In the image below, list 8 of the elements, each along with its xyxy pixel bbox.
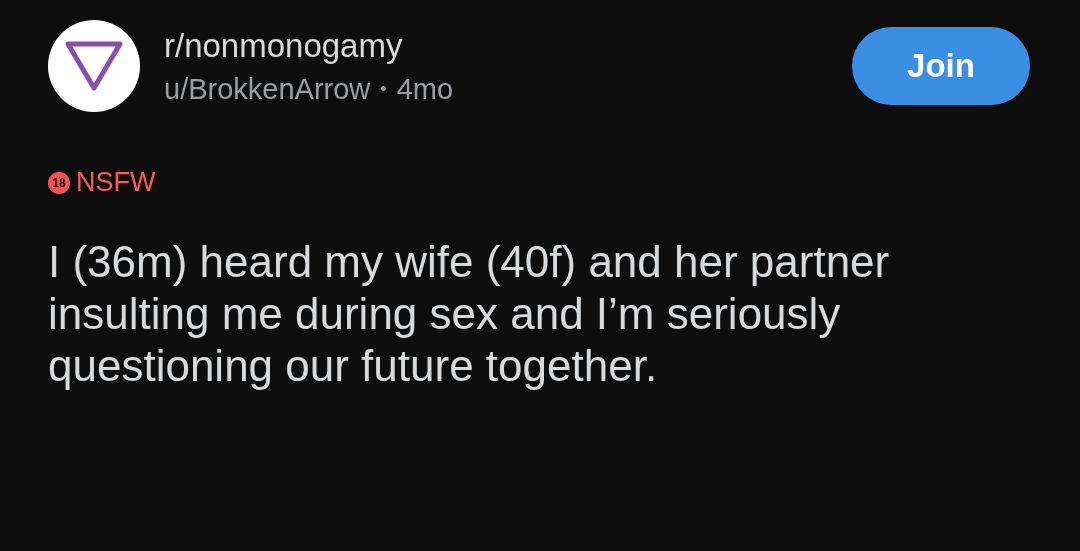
age-badge: 18 bbox=[48, 171, 70, 194]
author-name[interactable]: u/BrokkenArrow bbox=[164, 72, 371, 106]
triangle-icon bbox=[64, 40, 124, 92]
community-name[interactable]: r/nonmonogamy bbox=[164, 26, 828, 65]
separator-dot: • bbox=[380, 78, 387, 100]
nsfw-label: NSFW bbox=[76, 167, 156, 198]
post-title: I (36m) heard my wife (40f) and her partner insulting me during sex and I’m seriously questioning our future together. bbox=[48, 236, 891, 392]
post-age: 4mo bbox=[396, 72, 454, 106]
